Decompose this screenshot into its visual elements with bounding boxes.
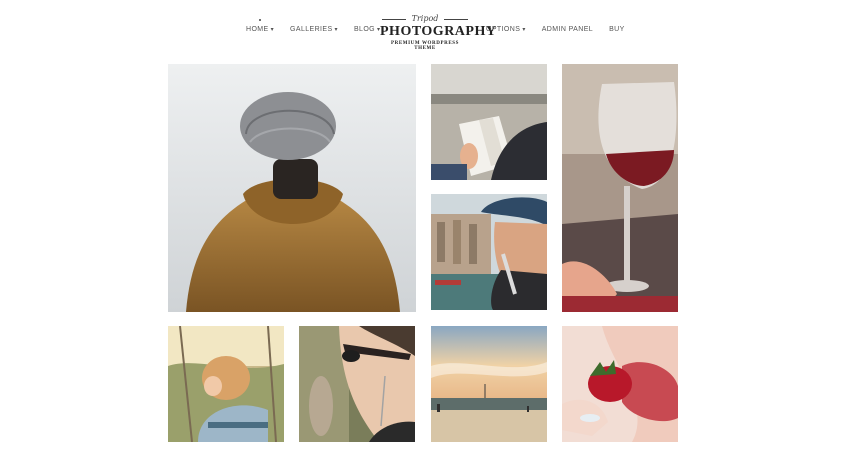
photo-woman-with-sunglasses[interactable] <box>299 326 415 442</box>
chevron-down-icon: ▾ <box>334 27 338 33</box>
nav-buy-label: BUY <box>609 26 625 33</box>
active-indicator <box>259 19 261 21</box>
nav-admin-panel-label: ADMIN PANEL <box>541 26 594 33</box>
photo-red-wine-glass[interactable] <box>562 64 678 312</box>
nav-admin-panel[interactable]: ADMIN PANEL <box>542 26 593 33</box>
photo-person-in-beanie[interactable] <box>168 64 416 312</box>
main-nav-left: HOME ▾ GALLERIES ▾ BLOG ▾ <box>246 26 396 33</box>
logo-rule-right <box>444 19 468 20</box>
photo-beach-sunset[interactable] <box>431 326 547 442</box>
logo-rule-left <box>382 19 406 20</box>
site-logo[interactable]: Tripod PHOTOGRAPHY PREMIUM WORDPRESS THE… <box>380 14 497 51</box>
nav-blog-label: BLOG <box>353 26 376 33</box>
nav-galleries[interactable]: GALLERIES ▾ <box>290 26 338 33</box>
main-nav-right: OPTIONS ▾ ADMIN PANEL BUY <box>486 26 641 33</box>
photo-reading-book[interactable] <box>431 64 547 180</box>
nav-home-label: HOME <box>246 26 269 33</box>
photo-strawberry-bite[interactable] <box>562 326 678 442</box>
photo-child-on-swing[interactable] <box>168 326 284 442</box>
nav-options-label: OPTIONS <box>486 26 521 33</box>
logo-title: PHOTOGRAPHY <box>380 24 497 39</box>
nav-home[interactable]: HOME ▾ <box>246 26 274 33</box>
nav-galleries-label: GALLERIES <box>290 26 333 33</box>
nav-buy[interactable]: BUY <box>609 26 625 33</box>
logo-tagline: PREMIUM WORDPRESS THEME <box>390 41 460 51</box>
chevron-down-icon: ▾ <box>522 27 526 33</box>
photo-woman-in-hat-canal[interactable] <box>431 194 547 310</box>
nav-options[interactable]: OPTIONS ▾ <box>486 26 526 33</box>
chevron-down-icon: ▾ <box>270 27 275 33</box>
nav-blog[interactable]: BLOG ▾ <box>354 26 380 33</box>
